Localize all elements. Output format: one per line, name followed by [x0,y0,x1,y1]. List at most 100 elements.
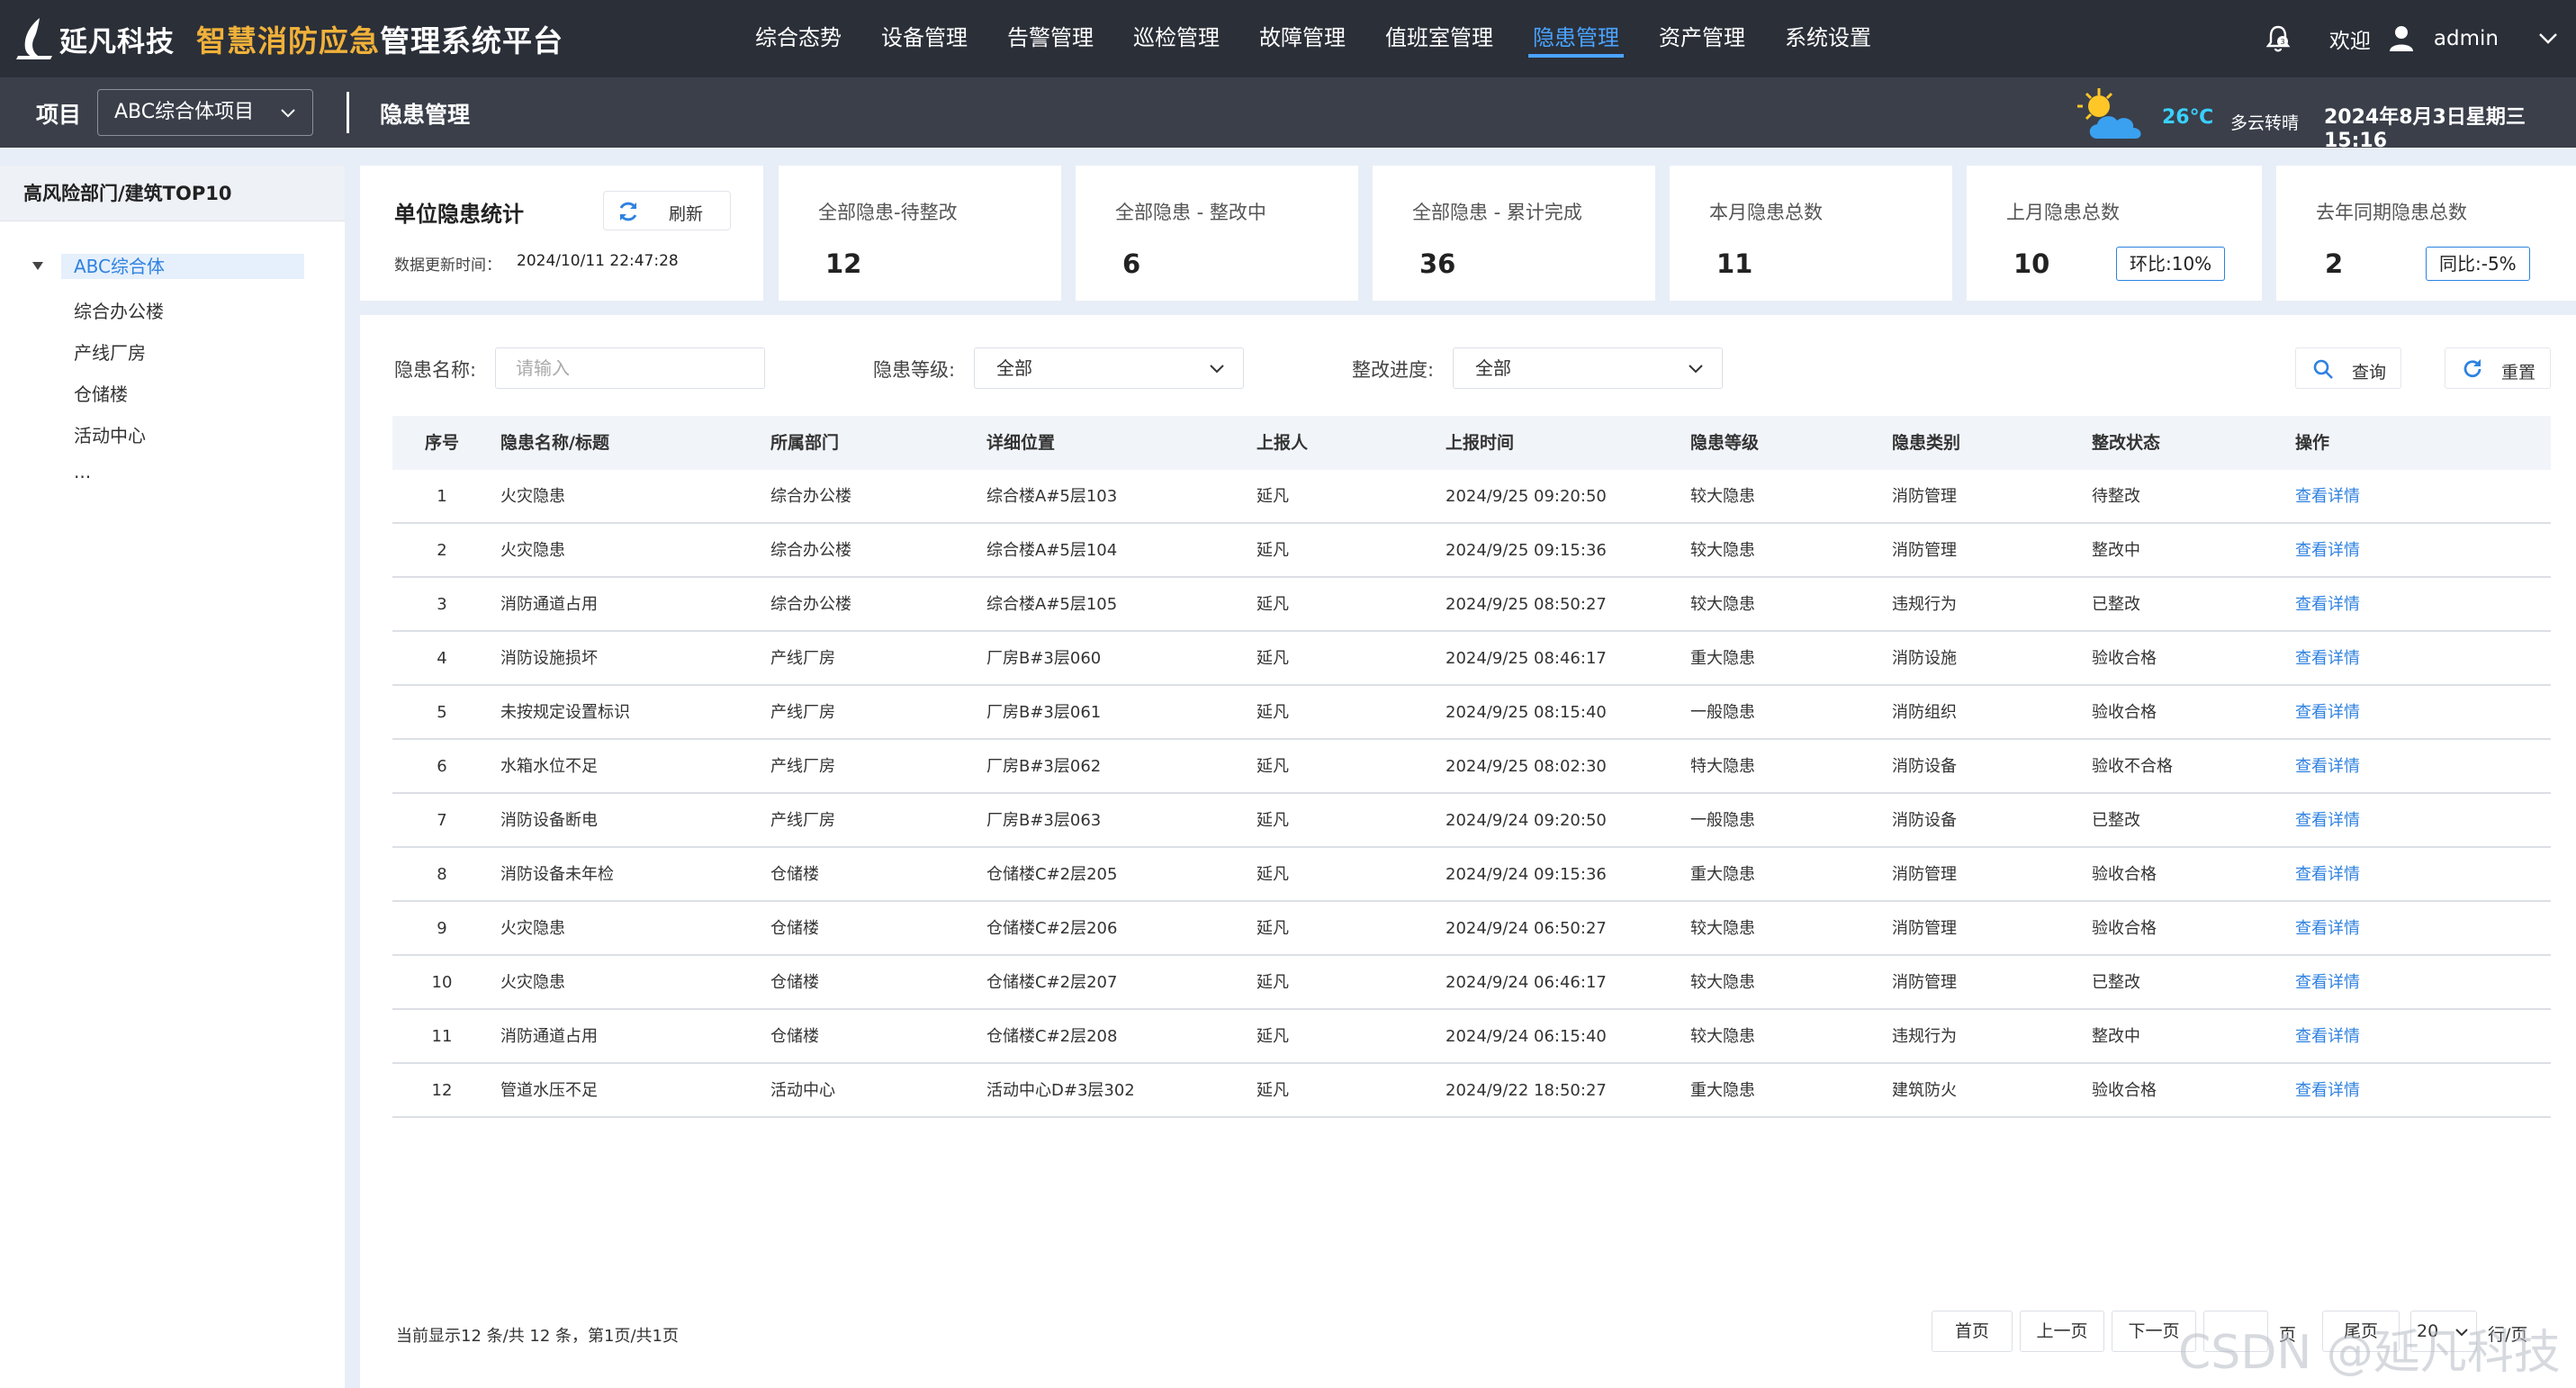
app-logo[interactable]: 延凡科技 智慧消防应急管理系统平台 [14,16,563,61]
hazard-level-value: 全部 [996,357,1032,379]
view-details-link[interactable]: 查看详情 [2295,794,2479,846]
cell-location: 厂房B#3层062 [986,757,1102,776]
cell-department: 综合办公楼 [770,541,851,560]
query-button[interactable]: 查询 [2295,347,2401,389]
view-details-link[interactable]: 查看详情 [2295,902,2479,954]
tree-node-root[interactable]: ABC综合体 [32,254,304,279]
tree-node-warehouse[interactable]: 仓储楼 [74,380,128,406]
notification-bell-icon[interactable]: 3 [2263,23,2293,54]
cell-location: 综合楼A#5层104 [986,541,1118,560]
cell-category: 建筑防火 [1892,1081,1957,1100]
cell-name: 消防设备未年检 [500,865,614,884]
hazard-name-input[interactable]: 请输入 [495,347,765,389]
tree-node-label[interactable]: ABC综合体 [61,254,304,279]
cell-category: 消防管理 [1892,973,1957,992]
reset-label: 重置 [2501,363,2536,383]
table-row: 6 水箱水位不足 产线厂房 厂房B#3层062 延凡 2024/9/25 08:02:30… [392,740,2551,794]
username[interactable]: admin [2434,27,2499,50]
flame-logo-icon [16,18,52,59]
stat-card-title: 上月隐患总数 [2006,202,2120,223]
cell-report-time: 2024/9/24 09:15:36 [1446,865,1607,884]
cell-name: 火灾隐患 [500,487,565,506]
cell-level: 较大隐患 [1690,595,1755,614]
stat-card-last-month: 上月隐患总数 10 环比:10% [1967,166,2262,301]
reset-button[interactable]: 重置 [2445,347,2551,389]
cell-location: 厂房B#3层061 [986,703,1102,722]
rectify-progress-label: 整改进度: [1352,359,1435,381]
project-select[interactable]: ABC综合体项目 [97,89,313,136]
cell-index: 1 [437,487,447,506]
view-details-link[interactable]: 查看详情 [2295,1010,2479,1062]
view-details-link[interactable]: 查看详情 [2295,1064,2479,1116]
view-details-link[interactable]: 查看详情 [2295,578,2479,630]
prev-page-button[interactable]: 上一页 [2020,1311,2104,1352]
cell-index: 11 [431,1027,453,1046]
reset-icon [2463,359,2481,378]
col-header-location: 详细位置 [986,433,1056,453]
tree-node-activity-center[interactable]: 活动中心 [74,421,146,447]
cell-level: 一般隐患 [1690,811,1755,830]
stat-card-title: 去年同期隐患总数 [2316,202,2467,223]
nav-item-alarm[interactable]: 告警管理 [997,0,1103,77]
cell-index: 8 [437,865,447,884]
hazard-level-select[interactable]: 全部 [974,347,1244,389]
hazard-level-label: 隐患等级: [873,359,956,381]
nav-item-duty-room[interactable]: 值班室管理 [1375,0,1503,77]
tree-node-office[interactable]: 综合办公楼 [74,297,164,323]
view-details-link[interactable]: 查看详情 [2295,470,2479,522]
cell-index: 12 [431,1081,453,1100]
cell-location: 厂房B#3层060 [986,649,1102,668]
cell-reporter: 延凡 [1256,649,1289,668]
cell-level: 较大隐患 [1690,973,1755,992]
cell-report-time: 2024/9/24 06:15:40 [1446,1027,1607,1046]
user-area: 3 欢迎 admin [2263,0,2558,77]
col-header-index: 序号 [424,433,459,453]
cell-category: 消防设备 [1892,811,1957,830]
table-row: 12 管道水压不足 活动中心 活动中心D#3层302 延凡 2024/9/22 18:50… [392,1064,2551,1118]
view-details-link[interactable]: 查看详情 [2295,686,2479,738]
cell-report-time: 2024/9/24 09:20:50 [1446,811,1607,830]
nav-item-hazard[interactable]: 隐患管理 [1523,0,1629,77]
watermark: CSDN @延凡科技 [2178,1326,2561,1380]
cell-department: 仓储楼 [770,865,819,884]
left-sidebar: 高风险部门/建筑TOP10 ABC综合体 综合办公楼 产线厂房 仓储楼 活动中心… [0,166,345,1388]
stat-card-value: 10 [2013,248,2050,279]
view-details-link[interactable]: 查看详情 [2295,848,2479,900]
cell-level: 重大隐患 [1690,865,1755,884]
tree-node-more[interactable]: ... [74,461,91,482]
nav-item-overview[interactable]: 综合态势 [745,0,851,77]
page-title: 隐患管理 [380,102,471,128]
unit-stats-title: 单位隐患统计 [394,202,524,227]
search-icon [2313,359,2333,379]
cell-name: 消防通道占用 [500,1027,598,1046]
main-nav: 综合态势 设备管理 告警管理 巡检管理 故障管理 值班室管理 隐患管理 资产管理… [745,0,1901,77]
rectify-progress-select[interactable]: 全部 [1453,347,1723,389]
caret-down-icon[interactable] [32,262,43,270]
cell-department: 综合办公楼 [770,487,851,506]
view-details-link[interactable]: 查看详情 [2295,956,2479,1008]
tree-node-factory[interactable]: 产线厂房 [74,338,146,365]
nav-item-settings[interactable]: 系统设置 [1775,0,1881,77]
nav-item-asset[interactable]: 资产管理 [1649,0,1755,77]
cell-report-time: 2024/9/25 09:15:36 [1446,541,1607,560]
view-details-link[interactable]: 查看详情 [2295,524,2479,576]
first-page-button[interactable]: 首页 [1932,1311,2013,1352]
cell-department: 产线厂房 [770,757,835,776]
nav-item-fault[interactable]: 故障管理 [1249,0,1356,77]
cell-department: 仓储楼 [770,1027,819,1046]
cell-reporter: 延凡 [1256,1081,1289,1100]
nav-item-patrol[interactable]: 巡检管理 [1123,0,1229,77]
cell-category: 消防组织 [1892,703,1957,722]
view-details-link[interactable]: 查看详情 [2295,740,2479,792]
view-details-link[interactable]: 查看详情 [2295,632,2479,684]
cell-index: 10 [431,973,453,992]
nav-item-device[interactable]: 设备管理 [871,0,977,77]
refresh-button[interactable]: 刷新 [603,191,731,230]
cell-reporter: 延凡 [1256,1027,1289,1046]
cell-department: 综合办公楼 [770,595,851,614]
table-row: 2 火灾隐患 综合办公楼 综合楼A#5层104 延凡 2024/9/25 09:15:36… [392,524,2551,578]
update-time-label: 数据更新时间： [394,257,501,275]
cell-name: 消防通道占用 [500,595,598,614]
chevron-down-icon[interactable] [2538,32,2558,45]
cell-reporter: 延凡 [1256,541,1289,560]
